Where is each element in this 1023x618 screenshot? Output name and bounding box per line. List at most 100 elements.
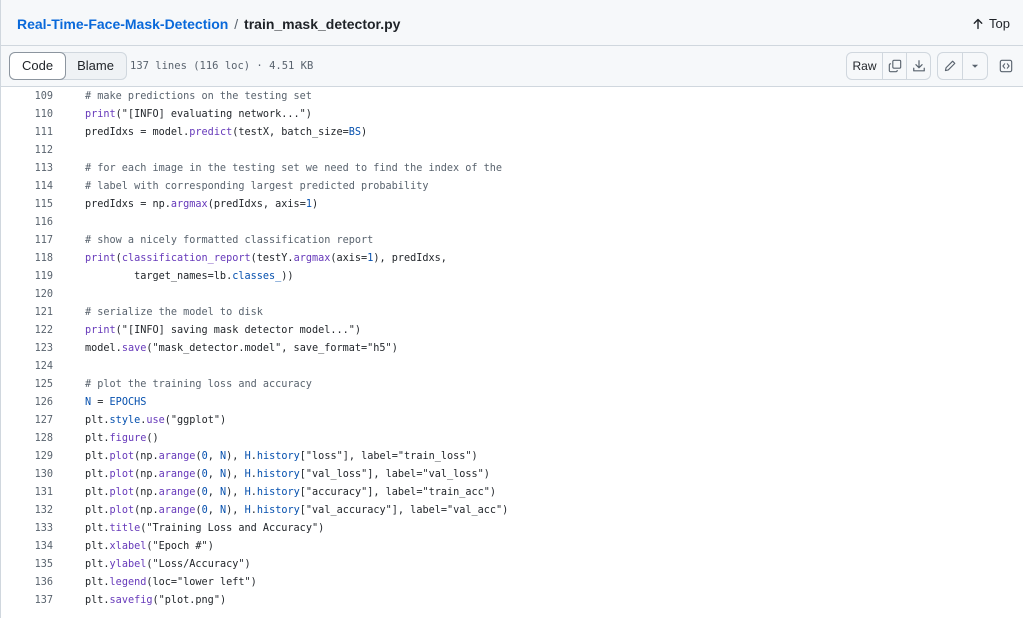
code-token: use <box>146 415 165 426</box>
code-token: , <box>207 451 221 462</box>
breadcrumb-repo-link[interactable]: Real-Time-Face-Mask-Detection <box>17 16 228 32</box>
code-line: 135 plt.ylabel("Loss/Accuracy") <box>1 556 1023 574</box>
line-number[interactable]: 130 <box>1 466 53 484</box>
code-line: 134 plt.xlabel("Epoch #") <box>1 538 1023 556</box>
line-number[interactable]: 109 <box>1 88 53 106</box>
line-number[interactable]: 129 <box>1 448 53 466</box>
code-token: ["val_loss"], label="val_loss") <box>299 469 490 480</box>
code-token: plt. <box>85 415 110 426</box>
line-number[interactable]: 124 <box>1 358 53 376</box>
code-token: ) <box>361 127 368 138</box>
top-button[interactable]: Top <box>972 14 1010 34</box>
line-number[interactable]: 131 <box>1 484 53 502</box>
code-token: history <box>256 469 300 480</box>
code-line: 113 # for each image in the testing set w… <box>1 160 1023 178</box>
tab-code[interactable]: Code <box>9 52 67 80</box>
line-number[interactable]: 121 <box>1 304 53 322</box>
code-line: 132 plt.plot(np.arange(0, N), H.history["… <box>1 502 1023 520</box>
code-line: 129 plt.plot(np.arange(0, N), H.history["… <box>1 448 1023 466</box>
line-number[interactable]: 137 <box>1 592 53 610</box>
line-number[interactable]: 134 <box>1 538 53 556</box>
copy-button[interactable] <box>882 53 906 79</box>
code-token: style <box>109 415 141 426</box>
line-number[interactable]: 116 <box>1 214 53 232</box>
line-number[interactable]: 123 <box>1 340 53 358</box>
line-number[interactable]: 112 <box>1 142 53 160</box>
code-token: plt. <box>85 541 110 552</box>
code-token: ["accuracy"], label="train_acc") <box>299 487 497 498</box>
code-view: 109 # make predictions on the testing set… <box>1 88 1023 610</box>
code-line: 121 # serialize the model to disk <box>1 304 1023 322</box>
line-number[interactable]: 115 <box>1 196 53 214</box>
code-token: plt. <box>85 487 110 498</box>
code-token: )) <box>281 271 294 282</box>
breadcrumb-file-name: train_mask_detector.py <box>244 16 401 32</box>
code-token: argmax <box>293 253 331 264</box>
code-token: ylabel <box>109 559 147 570</box>
line-number[interactable]: 126 <box>1 394 53 412</box>
code-token: ("[INFO] saving mask detector model...") <box>115 325 362 336</box>
code-symbols-icon <box>999 59 1013 73</box>
code-line: 133 plt.title("Training Loss and Accuracy… <box>1 520 1023 538</box>
code-text: target_names=lb.classes_)) <box>85 268 294 286</box>
code-token: (np. <box>134 505 159 516</box>
code-token: plt. <box>85 523 110 534</box>
code-token: (axis= <box>330 253 368 264</box>
file-toolbar: Code Blame 137 lines (116 loc) · 4.51 KB… <box>1 46 1023 87</box>
code-token: print <box>85 109 116 120</box>
code-token: argmax <box>170 199 208 210</box>
code-token: ), <box>226 451 245 462</box>
line-number[interactable]: 127 <box>1 412 53 430</box>
file-header: Real-Time-Face-Mask-Detection / train_ma… <box>1 0 1023 46</box>
code-line: 109 # make predictions on the testing set <box>1 88 1023 106</box>
code-token: (np. <box>134 487 159 498</box>
code-token: arange <box>158 469 196 480</box>
code-token: ), <box>226 469 245 480</box>
edit-file-button[interactable] <box>938 53 962 79</box>
code-token: plt. <box>85 559 110 570</box>
raw-button[interactable]: Raw <box>847 53 882 79</box>
line-number[interactable]: 132 <box>1 502 53 520</box>
code-text: N = EPOCHS <box>85 394 146 412</box>
line-number[interactable]: 122 <box>1 322 53 340</box>
line-number[interactable]: 119 <box>1 268 53 286</box>
line-number[interactable]: 118 <box>1 250 53 268</box>
code-token: ), predIdxs, <box>373 253 447 264</box>
code-text: plt.plot(np.arange(0, N), H.history["acc… <box>85 484 496 502</box>
line-number[interactable]: 113 <box>1 160 53 178</box>
edit-options-button[interactable] <box>962 53 987 79</box>
code-token: # serialize the model to disk <box>85 307 263 318</box>
line-number[interactable]: 133 <box>1 520 53 538</box>
line-number[interactable]: 128 <box>1 430 53 448</box>
code-line: 112 <box>1 142 1023 160</box>
view-mode-toggle: Code Blame <box>9 52 127 80</box>
code-line: 128 plt.figure() <box>1 430 1023 448</box>
code-token: ("Loss/Accuracy") <box>146 559 251 570</box>
line-number[interactable]: 114 <box>1 178 53 196</box>
code-token: predIdxs = np. <box>85 199 171 210</box>
code-text: # label with corresponding largest predi… <box>85 178 428 196</box>
symbols-panel-button[interactable] <box>995 55 1017 77</box>
copy-icon <box>888 59 901 73</box>
code-text: print(classification_report(testY.argmax… <box>85 250 447 268</box>
line-number[interactable]: 111 <box>1 124 53 142</box>
code-text: # plot the training loss and accuracy <box>85 376 312 394</box>
line-number[interactable]: 120 <box>1 286 53 304</box>
code-token: ("[INFO] evaluating network...") <box>115 109 312 120</box>
raw-actions: Raw <box>846 52 931 80</box>
code-token: EPOCHS <box>109 397 147 408</box>
code-token: # plot the training loss and accuracy <box>85 379 312 390</box>
breadcrumb: Real-Time-Face-Mask-Detection / train_ma… <box>17 14 400 34</box>
line-number[interactable]: 110 <box>1 106 53 124</box>
code-text: print("[INFO] evaluating network...") <box>85 106 312 124</box>
code-token: (np. <box>134 451 159 462</box>
code-token: print <box>85 325 116 336</box>
code-line: 118 print(classification_report(testY.arg… <box>1 250 1023 268</box>
line-number[interactable]: 135 <box>1 556 53 574</box>
tab-blame[interactable]: Blame <box>65 53 126 79</box>
line-number[interactable]: 136 <box>1 574 53 592</box>
line-number[interactable]: 117 <box>1 232 53 250</box>
code-text: plt.figure() <box>85 430 159 448</box>
download-button[interactable] <box>906 53 930 79</box>
line-number[interactable]: 125 <box>1 376 53 394</box>
